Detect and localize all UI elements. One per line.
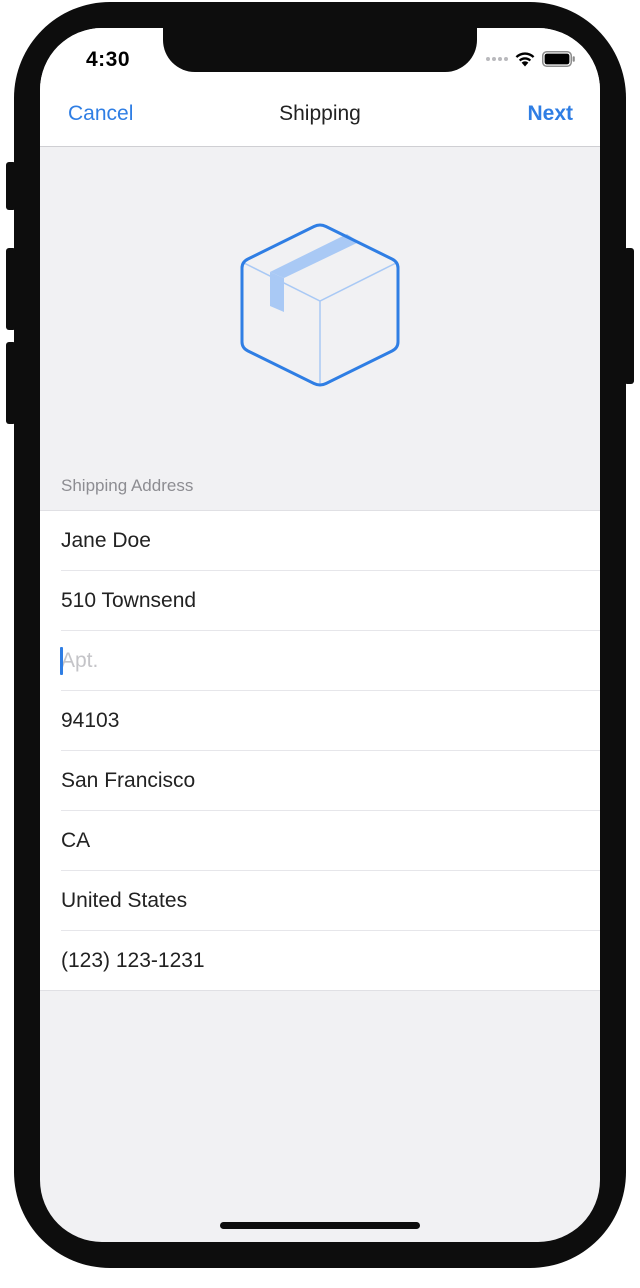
form-row-street <box>61 571 600 631</box>
package-box-icon <box>240 223 400 387</box>
form-row-phone <box>61 931 600 990</box>
home-indicator[interactable] <box>220 1222 420 1229</box>
form-row-apt <box>60 631 600 691</box>
phone-field[interactable] <box>61 931 591 990</box>
screen: 4:30 Cancel Shipping Next Shipping Addre… <box>40 28 600 1242</box>
form-row-city <box>61 751 600 811</box>
status-time: 4:30 <box>86 48 131 71</box>
notch <box>163 28 477 72</box>
street-field[interactable] <box>61 571 591 630</box>
country-field[interactable] <box>61 871 591 930</box>
state-field[interactable] <box>61 811 591 870</box>
zip-field[interactable] <box>61 691 591 750</box>
next-button[interactable]: Next <box>527 102 573 126</box>
navigation-bar: Cancel Shipping Next <box>40 98 600 147</box>
silent-switch <box>6 162 16 210</box>
form-row-country <box>61 871 600 931</box>
volume-down-button <box>6 342 16 424</box>
status-icons <box>486 50 576 67</box>
wifi-icon <box>515 52 535 67</box>
name-field[interactable] <box>61 511 591 570</box>
apt-field[interactable] <box>61 631 591 690</box>
nav-title: Shipping <box>279 102 361 125</box>
power-button <box>624 248 634 384</box>
text-cursor <box>60 647 63 675</box>
city-field[interactable] <box>61 751 591 810</box>
form-row-name <box>61 511 600 571</box>
form-row-zip <box>61 691 600 751</box>
section-header: Shipping Address <box>61 476 194 495</box>
form-row-state <box>61 811 600 871</box>
volume-up-button <box>6 248 16 330</box>
shipping-address-form <box>40 510 600 991</box>
cellular-dots-icon <box>486 56 508 61</box>
battery-icon <box>542 50 575 67</box>
